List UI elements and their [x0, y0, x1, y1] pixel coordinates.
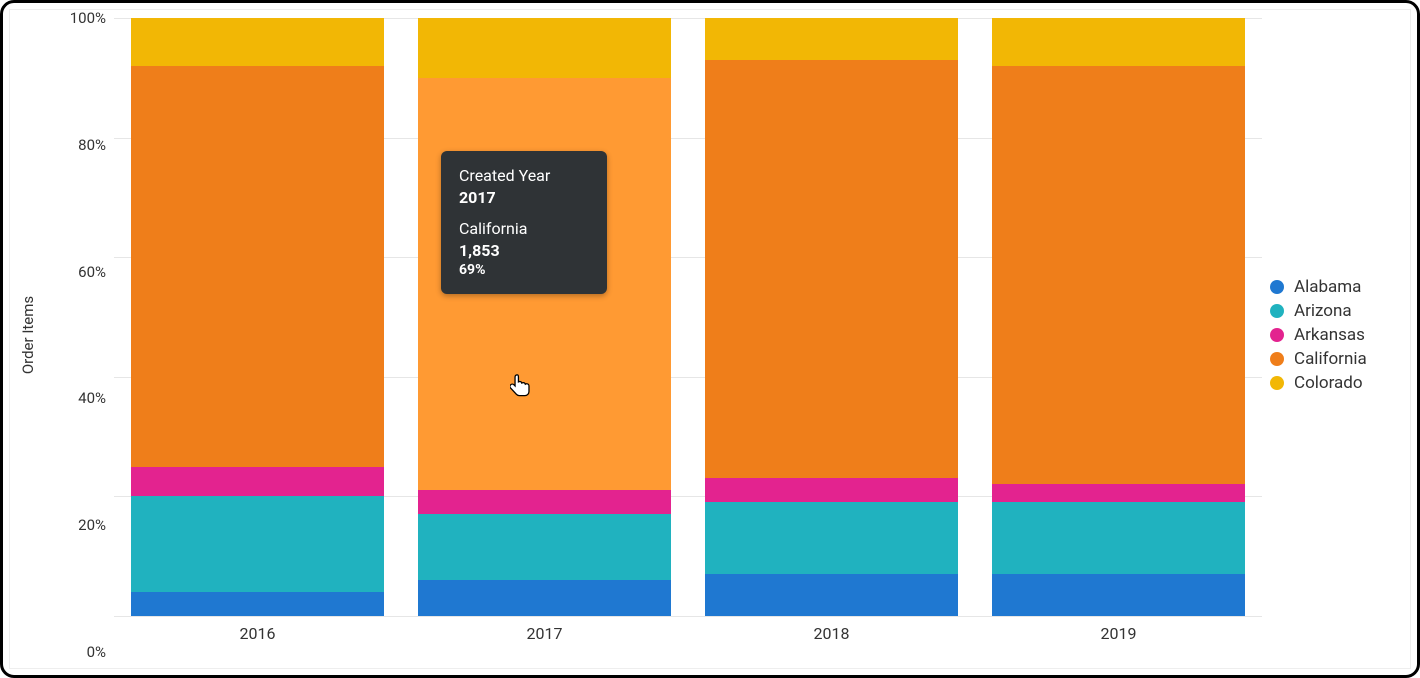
bar-segment[interactable] — [131, 496, 384, 592]
legend-swatch — [1270, 304, 1284, 318]
tooltip-value: 1,853 — [459, 240, 589, 262]
legend-item[interactable]: Arizona — [1270, 301, 1410, 321]
bar-segment[interactable] — [705, 60, 958, 479]
bar-segment[interactable] — [131, 467, 384, 497]
tooltip-category-label: Created Year — [459, 165, 589, 187]
legend-item[interactable]: Alabama — [1270, 277, 1410, 297]
legend-label: California — [1294, 349, 1367, 369]
legend-swatch — [1270, 328, 1284, 342]
bar-stack[interactable] — [992, 18, 1245, 616]
bar-segment[interactable] — [418, 580, 671, 616]
bar-segment[interactable] — [992, 66, 1245, 485]
bar-segment[interactable] — [131, 592, 384, 616]
x-tick: 2017 — [527, 624, 563, 643]
bar-segment[interactable] — [705, 502, 958, 574]
legend-label: Arkansas — [1294, 325, 1365, 345]
legend-item[interactable]: Colorado — [1270, 373, 1410, 393]
chart-frame: Order Items 0% 20% 40% 60% 80% 100% Created Y… — [0, 0, 1420, 678]
y-tick: 100% — [70, 9, 106, 27]
legend-label: Colorado — [1294, 373, 1363, 393]
bar-stack[interactable] — [418, 18, 671, 616]
bar-segment[interactable] — [418, 514, 671, 580]
y-tick: 20% — [78, 516, 106, 534]
y-axis-label-wrap: Order Items — [10, 18, 46, 652]
legend-swatch — [1270, 280, 1284, 294]
x-tick: 2018 — [814, 624, 850, 643]
tooltip-category-value: 2017 — [459, 187, 589, 209]
bar-segment[interactable] — [992, 18, 1245, 66]
y-tick: 0% — [87, 643, 106, 661]
bar-column — [975, 18, 1262, 616]
bar-segment[interactable] — [992, 502, 1245, 574]
bar-column — [401, 18, 688, 616]
y-axis-label: Order Items — [19, 296, 37, 374]
plot[interactable]: Created Year 2017 California 1,853 69% — [114, 18, 1262, 616]
x-tick: 2019 — [1101, 624, 1137, 643]
chart-inner: Order Items 0% 20% 40% 60% 80% 100% Created Y… — [9, 9, 1411, 669]
bar-segment[interactable] — [705, 18, 958, 60]
x-tick: 2016 — [240, 624, 276, 643]
bar-columns — [114, 18, 1262, 616]
y-axis-ticks: 0%20%40%60%80%100% — [46, 18, 114, 652]
bar-segment[interactable] — [705, 478, 958, 502]
legend: Alabama Arizona Arkansas California Colorado — [1262, 18, 1410, 652]
bar-segment[interactable] — [705, 574, 958, 616]
tooltip-series-label: California — [459, 218, 589, 240]
bar-segment[interactable] — [992, 484, 1245, 502]
legend-item[interactable]: Arkansas — [1270, 325, 1410, 345]
y-tick: 80% — [78, 136, 106, 154]
bar-column — [688, 18, 975, 616]
legend-swatch — [1270, 352, 1284, 366]
bar-stack[interactable] — [705, 18, 958, 616]
tooltip-percent: 69% — [459, 261, 589, 280]
bar-column — [114, 18, 401, 616]
legend-label: Arizona — [1294, 301, 1352, 321]
bar-segment[interactable] — [131, 18, 384, 66]
legend-swatch — [1270, 376, 1284, 390]
legend-label: Alabama — [1294, 277, 1361, 297]
y-tick: 60% — [78, 263, 106, 281]
bar-segment[interactable] — [992, 574, 1245, 616]
bar-segment[interactable] — [418, 18, 671, 78]
tooltip: Created Year 2017 California 1,853 69% — [441, 151, 607, 294]
plot-area: Created Year 2017 California 1,853 69% 2… — [114, 18, 1262, 652]
y-tick: 40% — [78, 389, 106, 407]
bar-segment[interactable] — [418, 490, 671, 514]
bar-stack[interactable] — [131, 18, 384, 616]
legend-item[interactable]: California — [1270, 349, 1410, 369]
bar-segment[interactable] — [131, 66, 384, 467]
x-axis: 2016 2017 2018 2019 — [114, 616, 1262, 652]
